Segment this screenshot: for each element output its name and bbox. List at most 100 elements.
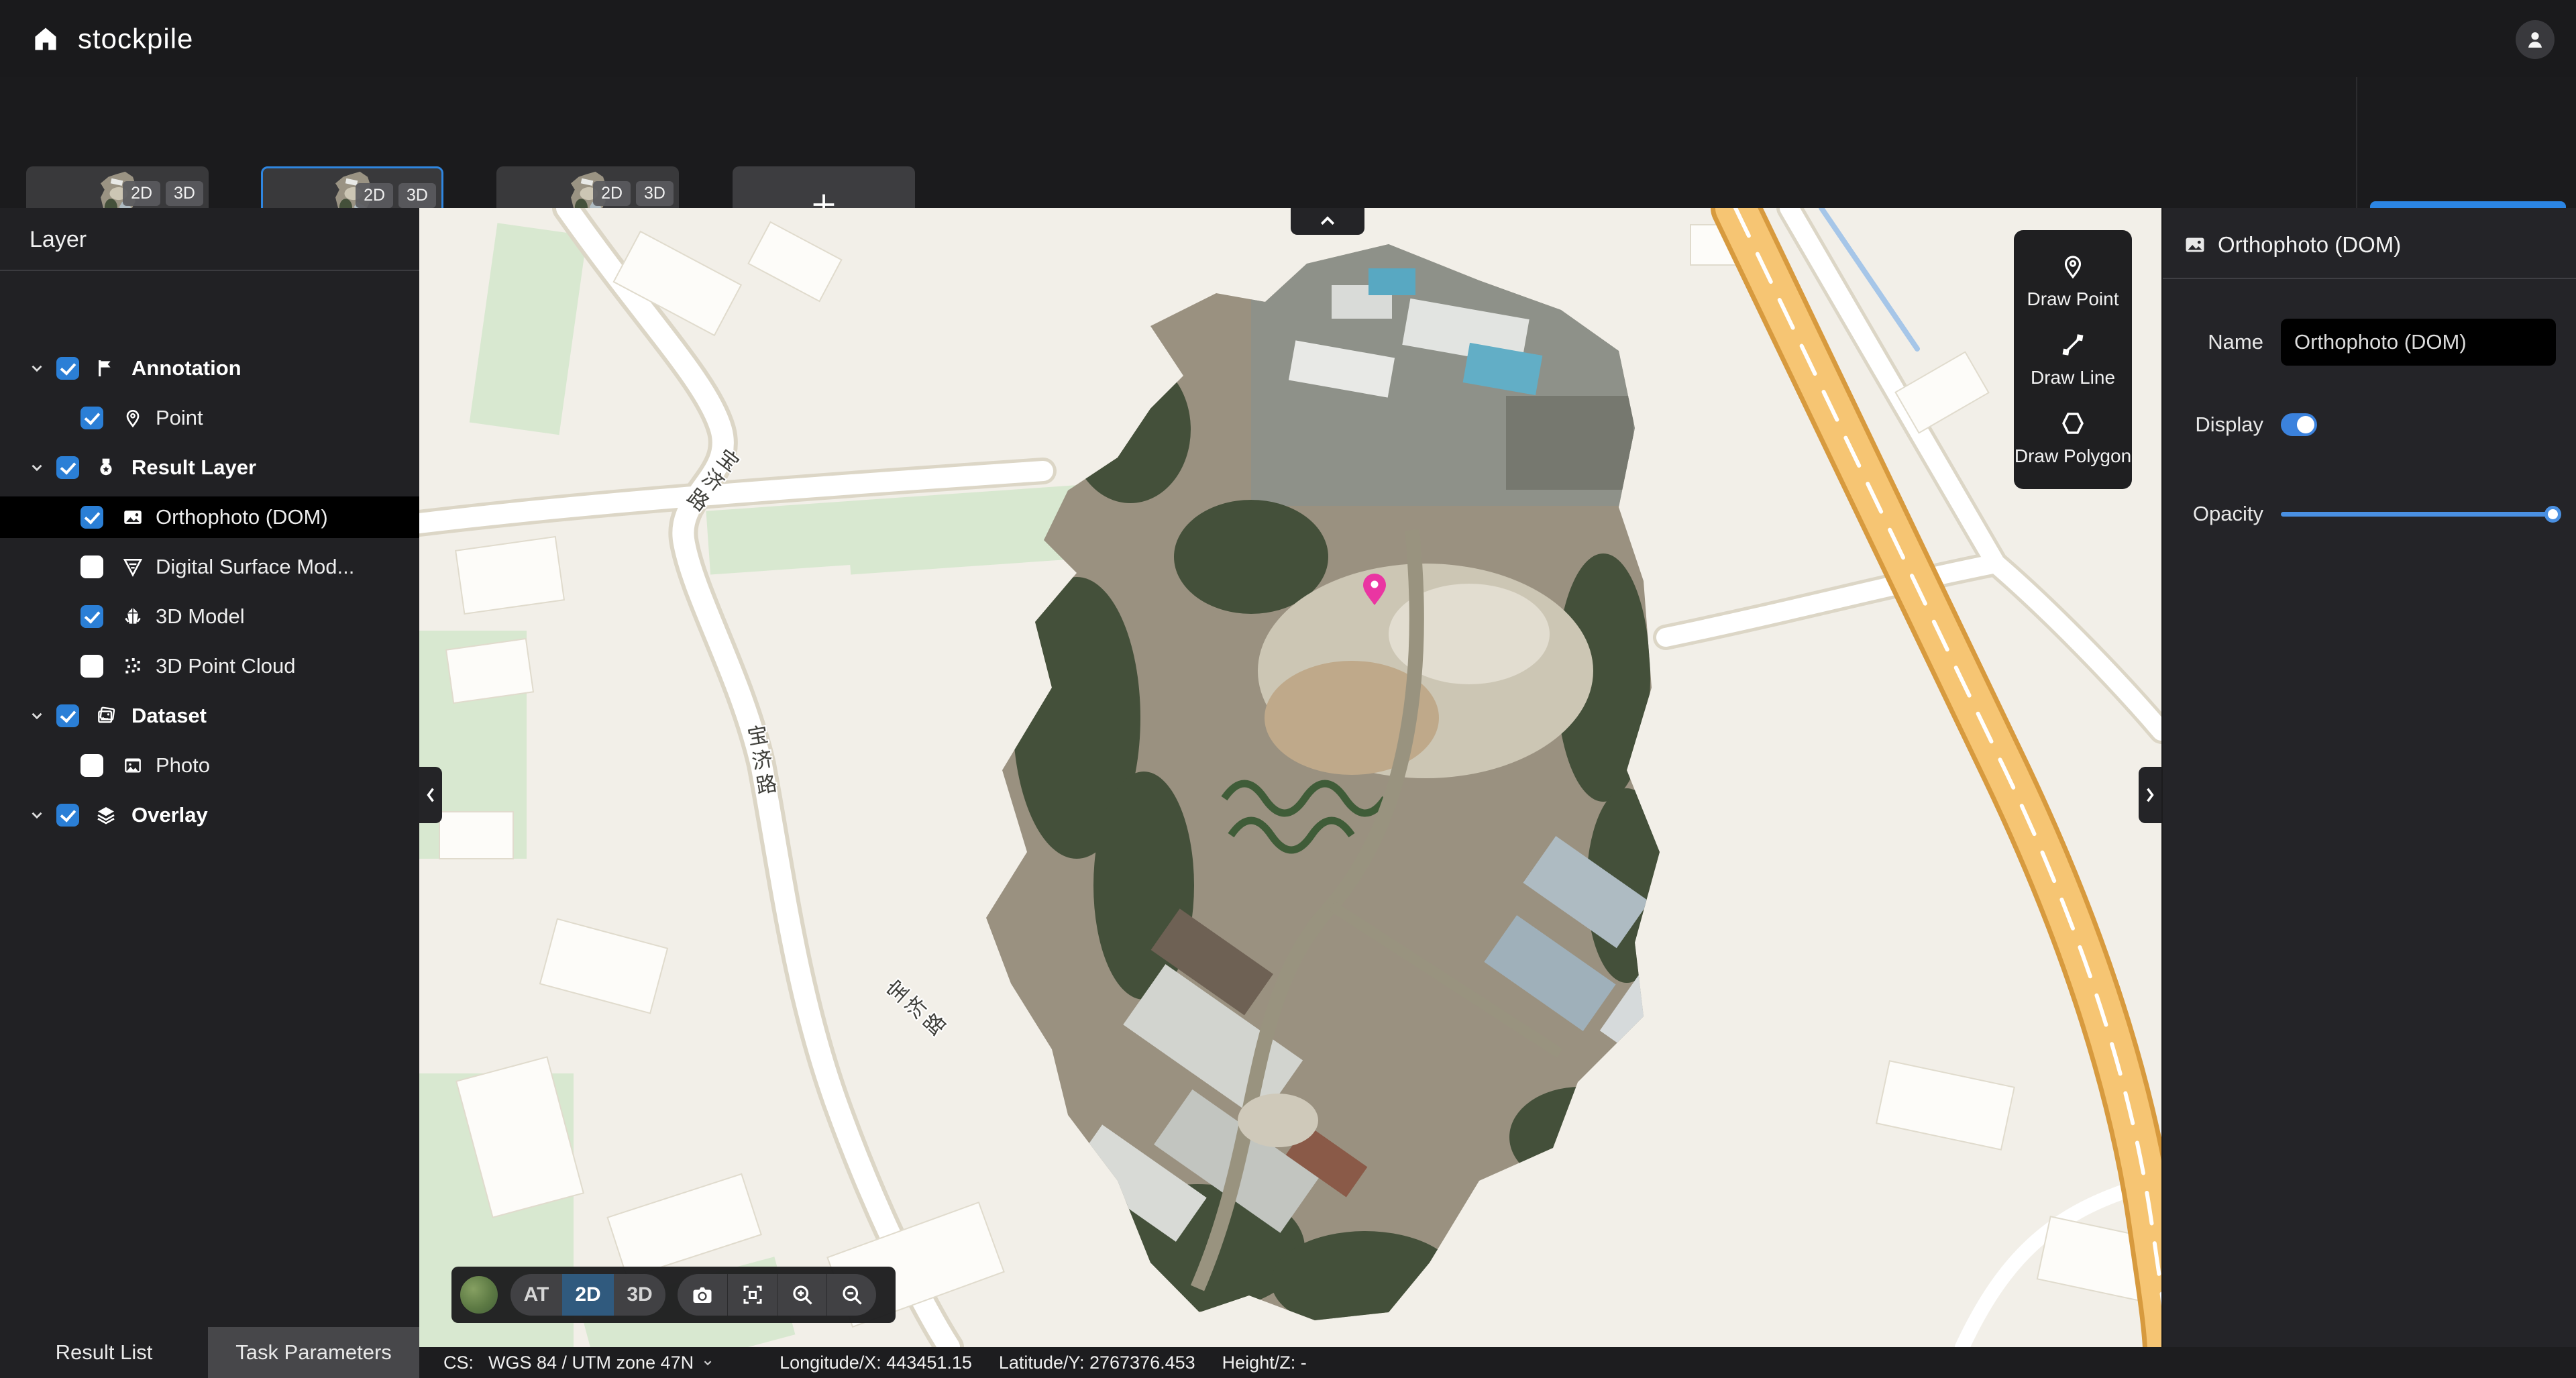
- fit-extent-button[interactable]: [727, 1274, 777, 1316]
- layer-row-dataset[interactable]: Dataset: [0, 695, 419, 737]
- checkbox[interactable]: [80, 506, 103, 529]
- home-icon[interactable]: [31, 24, 60, 54]
- chevron-up-icon: [1318, 214, 1338, 229]
- layer-properties-panel: Orthophoto (DOM) Name Display Opacity: [2163, 208, 2576, 1347]
- longitude-readout: Longitude/X: 443451.15: [780, 1353, 972, 1373]
- badge-2d[interactable]: 2D: [123, 181, 160, 206]
- layer-label: Photo: [156, 753, 210, 778]
- draw-line-button[interactable]: Draw Line: [2031, 331, 2115, 388]
- layer-label: Annotation: [131, 356, 241, 380]
- photo-icon: [121, 753, 145, 778]
- mode-2d[interactable]: 2D: [562, 1274, 614, 1316]
- checkbox[interactable]: [56, 456, 79, 479]
- draw-point-icon: [2059, 252, 2087, 280]
- divider: [0, 270, 419, 271]
- checkbox[interactable]: [80, 605, 103, 628]
- photos-icon: [94, 704, 118, 728]
- sidebar-bottom-tabs: Result List Task Parameters: [0, 1327, 419, 1378]
- chevron-down-icon[interactable]: [28, 459, 46, 476]
- draw-tools-panel: Draw Point Draw Line Draw Polygon: [2014, 230, 2132, 489]
- layer-row-result-layer[interactable]: Result Layer: [0, 447, 419, 488]
- checkbox[interactable]: [80, 655, 103, 678]
- mode-at[interactable]: AT: [511, 1274, 562, 1316]
- checkbox[interactable]: [80, 407, 103, 429]
- layer-row-3d-model[interactable]: 3D Model: [0, 596, 419, 637]
- checkbox[interactable]: [56, 704, 79, 727]
- badge-3d[interactable]: 3D: [636, 181, 674, 206]
- layer-panel-title: Layer: [30, 227, 87, 253]
- layer-label: Digital Surface Mod...: [156, 555, 354, 579]
- slider-thumb[interactable]: [2544, 506, 2561, 523]
- zoom-in-icon: [790, 1283, 814, 1307]
- panel-title: Orthophoto (DOM): [2218, 232, 2401, 258]
- checkbox[interactable]: [80, 754, 103, 777]
- draw-point-button[interactable]: Draw Point: [2027, 252, 2119, 310]
- checkbox[interactable]: [80, 555, 103, 578]
- display-row: Display: [2163, 413, 2576, 437]
- opacity-row: Opacity: [2163, 502, 2576, 526]
- display-toggle[interactable]: [2281, 413, 2317, 436]
- layer-row-point-cloud[interactable]: 3D Point Cloud: [0, 645, 419, 687]
- basemap: [419, 208, 2161, 1347]
- tab-result-list[interactable]: Result List: [0, 1327, 208, 1378]
- badge-2d[interactable]: 2D: [356, 183, 393, 208]
- cs-selector[interactable]: WGS 84 / UTM zone 47N: [488, 1353, 694, 1373]
- zoom-in-button[interactable]: [777, 1274, 826, 1316]
- camera-button[interactable]: [678, 1274, 727, 1316]
- status-bar: CS: WGS 84 / UTM zone 47N Longitude/X: 4…: [419, 1347, 2576, 1378]
- user-avatar[interactable]: [2516, 20, 2555, 59]
- viewer-toolbar: AT 2D 3D: [451, 1267, 896, 1323]
- map-canvas[interactable]: 宝济路 宝济路 宝济路 AT 2D 3D: [419, 208, 2161, 1347]
- zoom-out-button[interactable]: [826, 1274, 876, 1316]
- badge-3d[interactable]: 3D: [166, 181, 203, 206]
- zoom-out-icon: [840, 1283, 864, 1307]
- chevron-down-icon[interactable]: [28, 360, 46, 377]
- layer-row-annotation[interactable]: Annotation: [0, 348, 419, 389]
- divider: [2163, 278, 2576, 279]
- name-row: Name: [2163, 319, 2576, 366]
- map-pin-icon: [121, 406, 145, 430]
- badge-3d[interactable]: 3D: [398, 183, 436, 208]
- collapse-left-handle[interactable]: [419, 767, 442, 823]
- draw-polygon-label: Draw Polygon: [2015, 445, 2131, 467]
- draw-line-label: Draw Line: [2031, 367, 2115, 388]
- opacity-label: Opacity: [2163, 502, 2263, 526]
- cs-label: CS:: [443, 1353, 474, 1373]
- draw-polygon-button[interactable]: Draw Polygon: [2015, 409, 2131, 467]
- chevron-down-icon[interactable]: [700, 1355, 715, 1370]
- layer-label: 3D Model: [156, 604, 245, 629]
- layer-row-orthophoto[interactable]: Orthophoto (DOM): [0, 496, 419, 538]
- dsm-icon: [121, 555, 145, 579]
- strip-divider: [2356, 77, 2357, 208]
- layer-row-point[interactable]: Point: [0, 397, 419, 439]
- app-title: stockpile: [78, 23, 193, 55]
- checkbox[interactable]: [56, 804, 79, 827]
- layer-label: Result Layer: [131, 456, 256, 480]
- opacity-slider[interactable]: [2281, 506, 2560, 522]
- layer-row-dsm[interactable]: Digital Surface Mod...: [0, 546, 419, 588]
- layer-row-overlay[interactable]: Overlay: [0, 794, 419, 836]
- image-icon: [121, 505, 145, 529]
- chevron-down-icon[interactable]: [28, 806, 46, 824]
- task-strip: 2D 3D 2025-04-13 2D 3D 202: [0, 77, 2576, 208]
- display-label: Display: [2163, 413, 2263, 437]
- layer-row-photo[interactable]: Photo: [0, 745, 419, 786]
- checkbox[interactable]: [56, 357, 79, 380]
- layer-label: Overlay: [131, 803, 208, 827]
- medal-icon: [94, 456, 118, 480]
- app-window: stockpile 2D 3D: [0, 0, 2576, 1378]
- layer-label: Point: [156, 406, 203, 430]
- layer-label: Dataset: [131, 704, 207, 728]
- mode-3d[interactable]: 3D: [614, 1274, 665, 1316]
- draw-point-label: Draw Point: [2027, 288, 2119, 310]
- collapse-top-handle[interactable]: [1291, 208, 1364, 235]
- tab-task-parameters[interactable]: Task Parameters: [208, 1327, 419, 1378]
- chevron-down-icon[interactable]: [28, 707, 46, 725]
- badge-2d[interactable]: 2D: [593, 181, 631, 206]
- basemap-thumbnail[interactable]: [460, 1275, 498, 1314]
- map-tool-buttons: [678, 1274, 876, 1316]
- layer-label: Orthophoto (DOM): [156, 505, 328, 529]
- collapse-right-handle[interactable]: [2139, 767, 2161, 823]
- toggle-knob: [2297, 416, 2314, 433]
- name-input[interactable]: [2281, 319, 2556, 366]
